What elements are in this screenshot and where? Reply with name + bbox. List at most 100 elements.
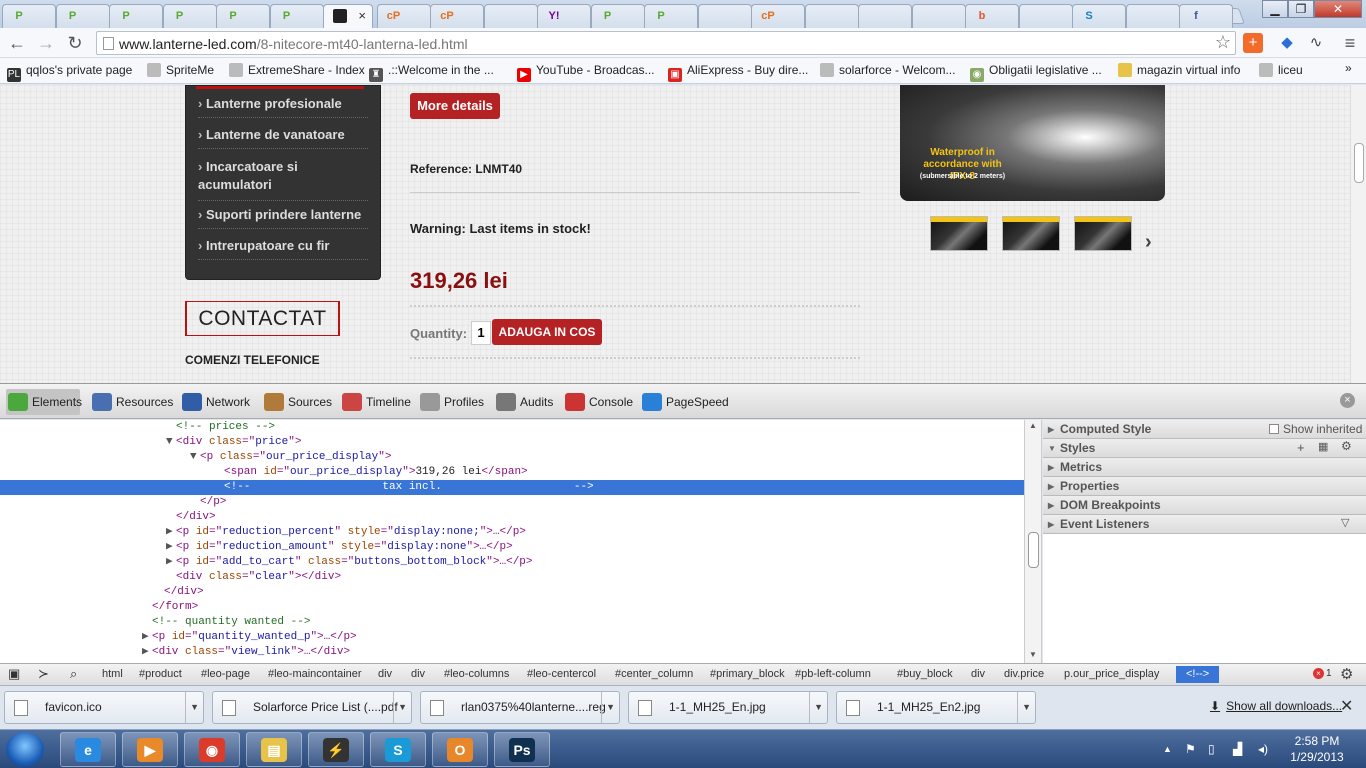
dom-node-line[interactable]: <!-- tax incl. -->	[0, 480, 1024, 495]
browser-tab[interactable]: ×	[323, 4, 373, 28]
show-inherited-toggle[interactable]: Show inherited	[1269, 422, 1362, 436]
category-link[interactable]: Lanterne de vanatoare	[198, 127, 368, 149]
breadcrumb-item[interactable]: #buy_block	[897, 668, 953, 680]
maximize-button[interactable]: ❐	[1288, 0, 1314, 18]
volume-icon[interactable]: ◂)	[1258, 742, 1268, 756]
action-center-icon[interactable]: ⚑	[1185, 742, 1196, 756]
inspect-search-icon[interactable]: ⌕	[70, 666, 77, 682]
dom-tree-scrollbar[interactable]: ▲ ▼	[1024, 420, 1042, 663]
bookmark-item[interactable]: ExtremeShare - Index	[229, 63, 365, 77]
dom-node-line[interactable]: ▶ <p id="reduction_amount" style="display…	[0, 540, 1024, 555]
download-item[interactable]: 1-1_MH25_En2.jpg ▼	[836, 691, 1036, 724]
download-menu-icon[interactable]: ▼	[601, 692, 615, 723]
download-item[interactable]: rlan0375%40lanterne....reg ▼	[420, 691, 620, 724]
dom-node-line[interactable]: <!-- prices -->	[0, 420, 1024, 435]
browser-tab[interactable]	[1125, 4, 1180, 28]
dom-node-line[interactable]: </form>	[0, 600, 1024, 615]
show-all-downloads-link[interactable]: ⬇ Show all downloads...	[1210, 699, 1342, 713]
browser-tab[interactable]: Y!	[537, 4, 591, 28]
taskbar-app-button[interactable]: e	[60, 732, 116, 767]
browser-tab[interactable]	[804, 4, 859, 28]
breadcrumb-item[interactable]: div	[411, 668, 425, 680]
browser-tab[interactable]: cP	[751, 4, 805, 28]
dom-node-line[interactable]: ▶ <p id="reduction_percent" style="displa…	[0, 525, 1024, 540]
expand-toggle-icon[interactable]: ▶	[166, 525, 176, 540]
download-menu-icon[interactable]: ▼	[185, 692, 199, 723]
page-scrollbar-thumb[interactable]	[1354, 143, 1364, 183]
breadcrumb-item[interactable]: <!-->	[1176, 666, 1220, 683]
expand-toggle-icon[interactable]: ▼	[166, 435, 176, 450]
breadcrumb-item[interactable]: #product	[139, 668, 182, 680]
scroll-up-icon[interactable]: ▲	[1029, 421, 1037, 430]
quantity-input[interactable]: 1	[471, 321, 491, 345]
dom-node-line[interactable]: ▼ <div class="price">	[0, 435, 1024, 450]
devtools-tab-audits[interactable]: Audits	[494, 389, 554, 415]
devtools-tab-resources[interactable]: Resources	[90, 389, 173, 415]
styles-settings-icon[interactable]: ⚙	[1341, 439, 1352, 453]
console-drawer-icon[interactable]: ≻	[38, 666, 49, 682]
product-thumbnail[interactable]	[1002, 216, 1060, 251]
reload-button[interactable]: ↻	[64, 32, 86, 54]
add-style-icon[interactable]: +	[1297, 440, 1305, 455]
devtools-tab-console[interactable]: Console	[563, 389, 633, 415]
dom-node-line[interactable]: ▶ <div class="view_link">…</div>	[0, 645, 1024, 660]
browser-tab[interactable]: P	[55, 4, 110, 28]
bookmark-item[interactable]: PL qqlos's private page	[7, 63, 132, 82]
breadcrumb-item[interactable]: #leo-page	[201, 668, 250, 680]
download-menu-icon[interactable]: ▼	[1017, 692, 1031, 723]
system-clock[interactable]: 2:58 PM 1/29/2013	[1282, 733, 1352, 765]
expand-toggle-icon[interactable]: ▶	[166, 555, 176, 570]
bookmark-item[interactable]: ▣ AliExpress - Buy dire...	[668, 63, 808, 82]
taskbar-app-button[interactable]: ▶	[122, 732, 178, 767]
carousel-next-icon[interactable]: ›	[1145, 231, 1152, 254]
breadcrumb-item[interactable]: div	[378, 668, 392, 680]
device-icon[interactable]: ▯	[1208, 742, 1215, 756]
breadcrumb-item[interactable]: div.price	[1004, 668, 1044, 680]
devtools-close-icon[interactable]: ×	[1340, 393, 1355, 408]
devtools-settings-icon[interactable]: ⚙	[1340, 665, 1353, 683]
network-icon[interactable]: ▟	[1233, 742, 1242, 756]
error-icon[interactable]: ×	[1313, 668, 1324, 679]
category-link[interactable]: Suporti prindere lanterne	[198, 207, 368, 229]
page-scrollbar[interactable]	[1350, 85, 1366, 383]
browser-tab[interactable]: P	[109, 4, 163, 28]
dom-node-line[interactable]: <div class="clear"></div>	[0, 570, 1024, 585]
browser-tab[interactable]: S	[1072, 4, 1126, 28]
add-to-cart-button[interactable]: ADAUGA IN COS	[492, 319, 602, 345]
browser-tab[interactable]	[858, 4, 912, 28]
expand-toggle-icon[interactable]: ▶	[142, 630, 152, 645]
breadcrumb-item[interactable]: div	[971, 668, 985, 680]
breadcrumb-item[interactable]: #primary_block	[710, 668, 785, 680]
expand-toggle-icon[interactable]: ▼	[190, 450, 200, 465]
show-inherited-checkbox[interactable]	[1269, 424, 1279, 434]
sidebar-pane-event-listeners[interactable]: Event Listeners	[1043, 515, 1366, 534]
dom-node-line[interactable]: <!-- quantity wanted -->	[0, 615, 1024, 630]
extension-arrow-icon[interactable]: ◆	[1277, 33, 1297, 53]
breadcrumb-item[interactable]: #pb-left-column	[795, 668, 871, 680]
devtools-tab-elements[interactable]: Elements	[6, 389, 82, 415]
tab-close-icon[interactable]: ×	[358, 8, 366, 23]
browser-tab[interactable]: f	[1179, 4, 1233, 28]
browser-tab[interactable]	[911, 4, 966, 28]
bookmark-item[interactable]: solarforce - Welcom...	[820, 63, 955, 77]
expand-toggle-icon[interactable]: ▶	[142, 645, 152, 660]
bookmark-item[interactable]: SpriteMe	[147, 63, 214, 77]
extension-pulse-icon[interactable]: ∿	[1306, 33, 1326, 53]
breadcrumb-item[interactable]: #center_column	[615, 668, 693, 680]
breadcrumb-item[interactable]: #leo-maincontainer	[268, 668, 362, 680]
taskbar-app-button[interactable]: Ps	[494, 732, 550, 767]
download-menu-icon[interactable]: ▼	[809, 692, 823, 723]
bookmark-item[interactable]: ◉ Obligatii legislative ...	[970, 63, 1102, 82]
breadcrumb-item[interactable]: #leo-columns	[444, 668, 509, 680]
dom-node-line[interactable]: </p>	[0, 495, 1024, 510]
category-link[interactable]: Intrerupatoare cu fir	[198, 238, 368, 260]
bookmark-item[interactable]: magazin virtual info	[1118, 63, 1240, 77]
browser-tab[interactable]: P	[2, 4, 56, 28]
dom-node-line[interactable]: </div>	[0, 585, 1024, 600]
breadcrumb-item[interactable]: #leo-centercol	[527, 668, 596, 680]
devtools-tab-profiles[interactable]: Profiles	[418, 389, 486, 415]
start-button[interactable]	[6, 732, 44, 767]
category-link[interactable]: Lanterne profesionale	[198, 96, 368, 118]
browser-tab[interactable]: b	[965, 4, 1019, 28]
chrome-menu-icon[interactable]: ≡	[1340, 33, 1360, 53]
